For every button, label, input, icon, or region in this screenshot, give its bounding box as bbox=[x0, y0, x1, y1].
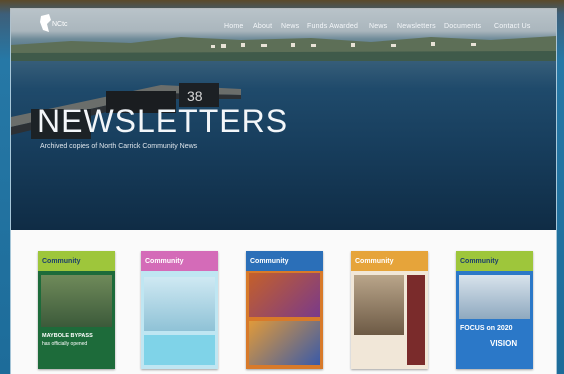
nav-newsletters[interactable]: Newsletters bbox=[397, 23, 436, 30]
cover-text-block bbox=[144, 335, 215, 365]
cover-masthead: Community bbox=[351, 251, 428, 271]
browser-viewport: 38 NCtc Home About News Funds Awarded Ne… bbox=[11, 9, 556, 374]
cover-masthead: Community bbox=[141, 251, 218, 271]
cover-masthead: Community bbox=[38, 251, 115, 271]
cover-subheadline: has officially opened bbox=[42, 341, 88, 347]
site-logo[interactable]: NCtc bbox=[37, 12, 73, 34]
cover-photo bbox=[354, 275, 404, 335]
nav-news-2[interactable]: News bbox=[369, 23, 387, 30]
cover-subheadline: VISION bbox=[490, 339, 518, 348]
page-title: NEWSLETTERS bbox=[37, 103, 289, 139]
newsletter-cover[interactable]: Community FOCUS on 2020 VISION bbox=[456, 251, 533, 369]
nav-home[interactable]: Home bbox=[224, 23, 243, 30]
newsletter-cover[interactable]: Community bbox=[351, 251, 428, 369]
nav-news[interactable]: News bbox=[281, 23, 299, 30]
svg-text:NCtc: NCtc bbox=[52, 21, 68, 28]
hero-banner: 38 NCtc Home About News Funds Awarded Ne… bbox=[11, 9, 556, 230]
nav-about[interactable]: About bbox=[253, 23, 272, 30]
cover-masthead-text: Community bbox=[250, 258, 289, 265]
cover-headline: MAYBOLE BYPASS bbox=[42, 333, 93, 339]
newsletter-covers: Community MAYBOLE BYPASS has officially … bbox=[11, 230, 556, 374]
cover-photo bbox=[144, 277, 215, 331]
nav-funds-awarded[interactable]: Funds Awarded bbox=[307, 23, 358, 30]
top-navigation: NCtc Home About News Funds Awarded News … bbox=[11, 9, 556, 39]
cover-photo bbox=[249, 273, 320, 317]
cover-photo bbox=[41, 275, 112, 327]
nav-contact-us[interactable]: Contact Us bbox=[494, 23, 531, 30]
newsletter-cover[interactable]: Community bbox=[246, 251, 323, 369]
svg-text:38: 38 bbox=[187, 88, 203, 104]
cover-photo-2 bbox=[249, 321, 320, 365]
nav-documents[interactable]: Documents bbox=[444, 23, 481, 30]
cover-masthead-text: Community bbox=[460, 258, 499, 265]
cover-photo bbox=[459, 275, 530, 319]
cover-masthead: Community bbox=[456, 251, 533, 271]
cover-masthead-text: Community bbox=[42, 258, 81, 265]
cover-masthead-text: Community bbox=[145, 258, 184, 265]
cover-masthead: Community bbox=[246, 251, 323, 271]
cover-headline: FOCUS on 2020 bbox=[460, 325, 513, 332]
cover-sidebar bbox=[407, 275, 425, 365]
newsletter-cover[interactable]: Community bbox=[141, 251, 218, 369]
page-subtitle: Archived copies of North Carrick Communi… bbox=[40, 143, 198, 150]
cover-masthead-text: Community bbox=[355, 258, 394, 265]
newsletter-cover[interactable]: Community MAYBOLE BYPASS has officially … bbox=[38, 251, 115, 369]
